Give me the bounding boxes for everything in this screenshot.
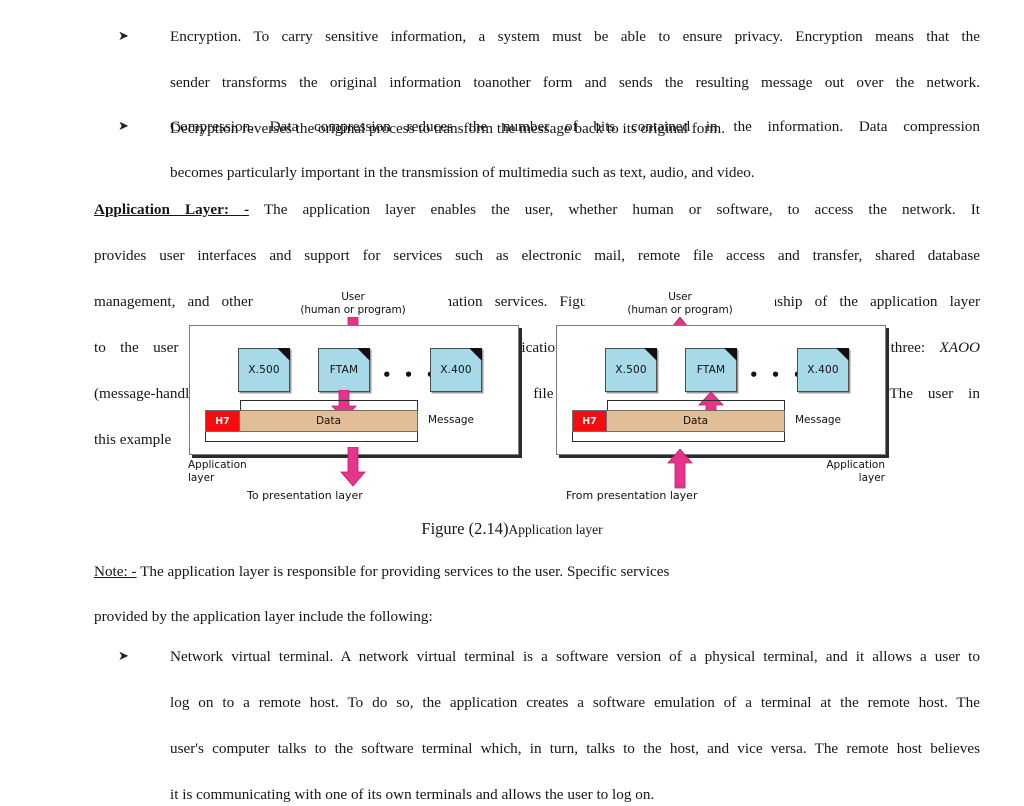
application-layer-line-1: Application Layer: - The application lay…	[94, 198, 980, 244]
bullet-encryption-line-2: sender transforms the original informati…	[170, 74, 980, 91]
left-user-label-line1: User	[341, 291, 365, 303]
right-arrow-from-presentation	[667, 449, 693, 489]
application-layer-heading: Application Layer: -	[94, 201, 250, 218]
left-doc-ftam-label: FTAM	[329, 364, 359, 376]
right-application-layer-label-line2: layer	[858, 471, 885, 484]
left-message-bracket-bottom	[205, 432, 418, 442]
bullet-nvt-line-2: log on to a remote host. To do so, the a…	[170, 694, 980, 711]
left-header-h7: H7	[205, 410, 240, 432]
right-application-layer-label-line1: Application	[826, 459, 885, 471]
right-data-field: Data	[607, 410, 785, 432]
left-application-layer-label-line1: Application	[188, 459, 247, 471]
bullet-compression-line-1: Compression. Data compression reduces th…	[170, 118, 980, 135]
left-doc-x500-label: X.500	[248, 364, 280, 376]
left-message-label: Message	[428, 414, 475, 426]
figure-caption: Figure (2.14)Application layer	[0, 519, 1024, 539]
left-arrow-to-presentation	[340, 447, 366, 487]
right-doc-ftam: FTAM	[685, 348, 737, 392]
bullet-network-virtual-terminal-text: Network virtual terminal. A network virt…	[170, 645, 980, 806]
bullet-nvt-line-1: Network virtual terminal. A network virt…	[170, 648, 980, 665]
right-application-layer-panel: X.500 FTAM • • • X.400 H7 Data Message	[556, 325, 886, 455]
right-user-label-line1: User	[668, 291, 692, 303]
bullet-nvt-line-4: it is communicating with one of its own …	[170, 786, 655, 803]
bullet-marker-icon: ➤	[118, 119, 129, 134]
note-line-2: provided by the application layer includ…	[94, 608, 433, 625]
bullet-compression: ➤ Compression. Data compression reduces …	[118, 115, 980, 184]
bullet-marker-icon: ➤	[118, 29, 129, 44]
left-application-layer-label: Application layer	[188, 459, 247, 484]
note-line-1: Note: - The application layer is respons…	[94, 560, 980, 583]
right-message-label: Message	[795, 414, 842, 426]
bullet-compression-line-2: becomes particularly important in the tr…	[170, 164, 755, 181]
figure-application-layer: User (human or program) X.500 FTAM • • •	[180, 291, 900, 516]
right-doc-ftam-label: FTAM	[696, 364, 726, 376]
right-message-bracket-top	[607, 400, 785, 410]
application-layer-service-name: XAOO	[939, 339, 981, 356]
application-layer-line-1-rest: The application layer enables the user, …	[263, 201, 980, 218]
right-user-label: User (human or program)	[585, 291, 775, 317]
left-message-bracket-top	[240, 400, 418, 410]
right-application-layer-label: Application layer	[740, 459, 885, 484]
bullet-compression-text: Compression. Data compression reduces th…	[170, 115, 980, 184]
right-message-bar: H7 Data	[572, 410, 785, 432]
bullet-network-virtual-terminal: ➤ Network virtual terminal. A network vi…	[118, 645, 980, 806]
bullet-encryption-line-1: Encryption. To carry sensitive informati…	[170, 28, 980, 45]
left-message-bar: H7 Data	[205, 410, 418, 432]
document-page: ➤ Encryption. To carry sensitive informa…	[0, 0, 1024, 803]
left-user-label: User (human or program)	[258, 291, 448, 317]
right-doc-x400: X.400	[797, 348, 849, 392]
right-doc-x500: X.500	[605, 348, 657, 392]
left-application-layer-panel: X.500 FTAM • • • X.400 H7 Data Message	[189, 325, 519, 455]
note-lead: Note: -	[94, 563, 137, 580]
left-doc-x500: X.500	[238, 348, 290, 392]
right-header-h7: H7	[572, 410, 607, 432]
bullet-nvt-line-3: user's computer talks to the software te…	[170, 740, 980, 757]
left-doc-x400-label: X.400	[440, 364, 472, 376]
left-data-field: Data	[240, 410, 418, 432]
figure-caption-title: Application layer	[508, 522, 603, 537]
bullet-marker-icon: ➤	[118, 649, 129, 664]
application-layer-line-2: provides user interfaces and support for…	[94, 247, 980, 264]
right-doc-x500-label: X.500	[615, 364, 647, 376]
left-application-layer-label-line2: layer	[188, 471, 215, 484]
note-line-1-rest: The application layer is responsible for…	[140, 563, 670, 580]
left-user-label-line2: (human or program)	[300, 304, 406, 316]
right-message-bracket-bottom	[572, 432, 785, 442]
left-flow-label: To presentation layer	[247, 489, 363, 502]
left-doc-ftam: FTAM	[318, 348, 370, 392]
figure-caption-number: Figure (2.14)	[421, 519, 509, 538]
right-doc-x400-label: X.400	[807, 364, 839, 376]
right-user-label-line2: (human or program)	[627, 304, 733, 316]
right-flow-label: From presentation layer	[566, 489, 698, 502]
left-doc-x400: X.400	[430, 348, 482, 392]
